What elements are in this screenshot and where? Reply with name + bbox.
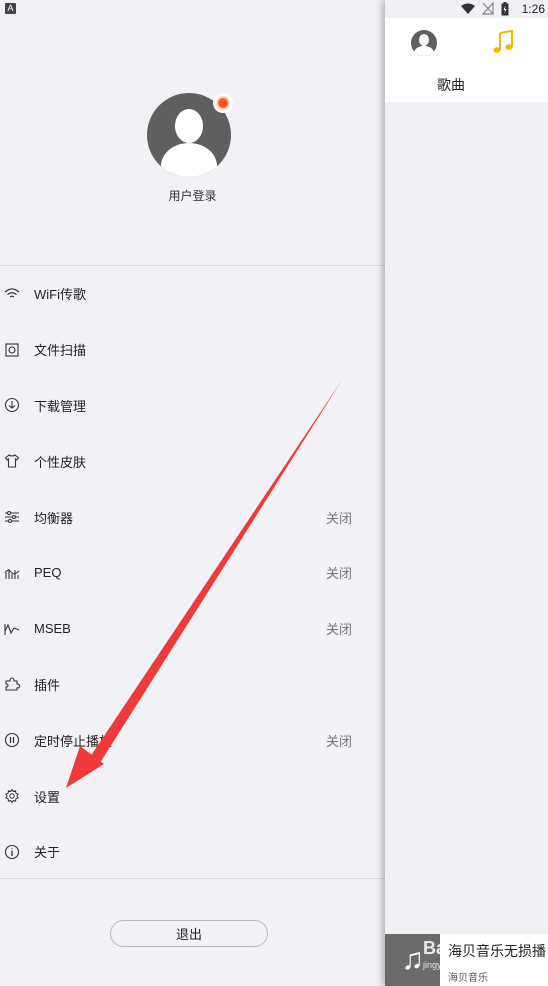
no-sim-icon [482, 2, 494, 15]
menu-item-file-scan[interactable]: 文件扫描 [0, 322, 385, 378]
status-time: 1:26 [521, 2, 545, 16]
divider [0, 878, 385, 879]
menu-item-label: 设置 [34, 789, 61, 805]
profile-avatar-icon[interactable] [411, 30, 437, 56]
drawer-menu: WiFi传歌 文件扫描 下载管理 个性皮肤 均衡器 关闭 PEQ 关闭 MSEB… [0, 266, 385, 880]
file-scan-icon [4, 342, 20, 358]
status-indicator-icon: A [5, 3, 16, 14]
wifi-signal-icon [461, 3, 475, 14]
wifi-icon [4, 286, 20, 302]
menu-item-label: 下载管理 [34, 398, 87, 414]
status-bar-right: 1:26 [385, 0, 548, 18]
watermark-text: Bai [423, 938, 452, 958]
music-note-icon[interactable] [492, 29, 516, 55]
menu-item-label: 定时停止播放 [34, 733, 113, 749]
user-avatar[interactable] [147, 93, 233, 177]
menu-item-label: 关于 [34, 845, 61, 861]
shirt-icon [4, 453, 20, 469]
menu-item-label: 插件 [34, 677, 61, 693]
equalizer-icon [4, 509, 20, 525]
menu-item-state: 关闭 [325, 622, 352, 638]
menu-item-equalizer[interactable]: 均衡器 关闭 [0, 489, 385, 545]
timer-icon [4, 732, 20, 748]
menu-item-wifi-transfer[interactable]: WiFi传歌 [0, 266, 385, 322]
notification-dot-icon [213, 93, 233, 113]
menu-item-sleep-timer[interactable]: 定时停止播放 关闭 [0, 712, 385, 768]
player-title: 海贝音乐无损播 [448, 943, 546, 959]
mini-player[interactable]: ♫ Bai jingyan 海贝音乐无损播 海贝音乐 [385, 934, 548, 986]
menu-item-label: MSEB [34, 621, 71, 637]
main-content-panel: 1:26 歌曲 ♫ Bai jingyan 海贝音乐无损播 海贝音乐 [385, 0, 548, 986]
tab-songs-label: 歌曲 [437, 77, 465, 93]
info-icon [4, 844, 20, 860]
mseb-icon [4, 621, 20, 637]
download-icon [4, 397, 20, 413]
menu-item-plugins[interactable]: 插件 [0, 657, 385, 713]
menu-item-download-manager[interactable]: 下载管理 [0, 378, 385, 434]
menu-item-about[interactable]: 关于 [0, 824, 385, 880]
navigation-drawer: A 用户登录 WiFi传歌 文件扫描 下载管理 个性皮肤 均衡器 关闭 PEQ … [0, 0, 385, 986]
player-subtitle: 海贝音乐 [448, 973, 488, 984]
menu-item-state: 关闭 [325, 566, 352, 582]
login-label[interactable]: 用户登录 [0, 187, 385, 204]
menu-item-skin[interactable]: 个性皮肤 [0, 433, 385, 489]
watermark-logo: Bai jingyan [423, 938, 452, 970]
peq-icon [4, 565, 20, 581]
menu-item-label: PEQ [34, 565, 62, 581]
menu-item-state: 关闭 [325, 733, 352, 749]
menu-item-peq[interactable]: PEQ 关闭 [0, 545, 385, 601]
menu-item-label: WiFi传歌 [34, 287, 86, 303]
top-tab-bar [385, 18, 548, 66]
menu-item-label: 均衡器 [34, 510, 74, 526]
menu-item-settings[interactable]: 设置 [0, 768, 385, 824]
tab-songs[interactable]: 歌曲 [385, 66, 548, 102]
puzzle-icon [4, 676, 20, 692]
menu-item-mseb[interactable]: MSEB 关闭 [0, 601, 385, 657]
menu-item-state: 关闭 [325, 510, 352, 526]
menu-item-label: 个性皮肤 [34, 454, 87, 470]
logout-button[interactable]: 退出 [110, 920, 268, 947]
gear-icon [4, 788, 20, 804]
status-bar-left: A [0, 0, 385, 18]
battery-icon [501, 2, 509, 16]
menu-item-label: 文件扫描 [34, 343, 87, 359]
